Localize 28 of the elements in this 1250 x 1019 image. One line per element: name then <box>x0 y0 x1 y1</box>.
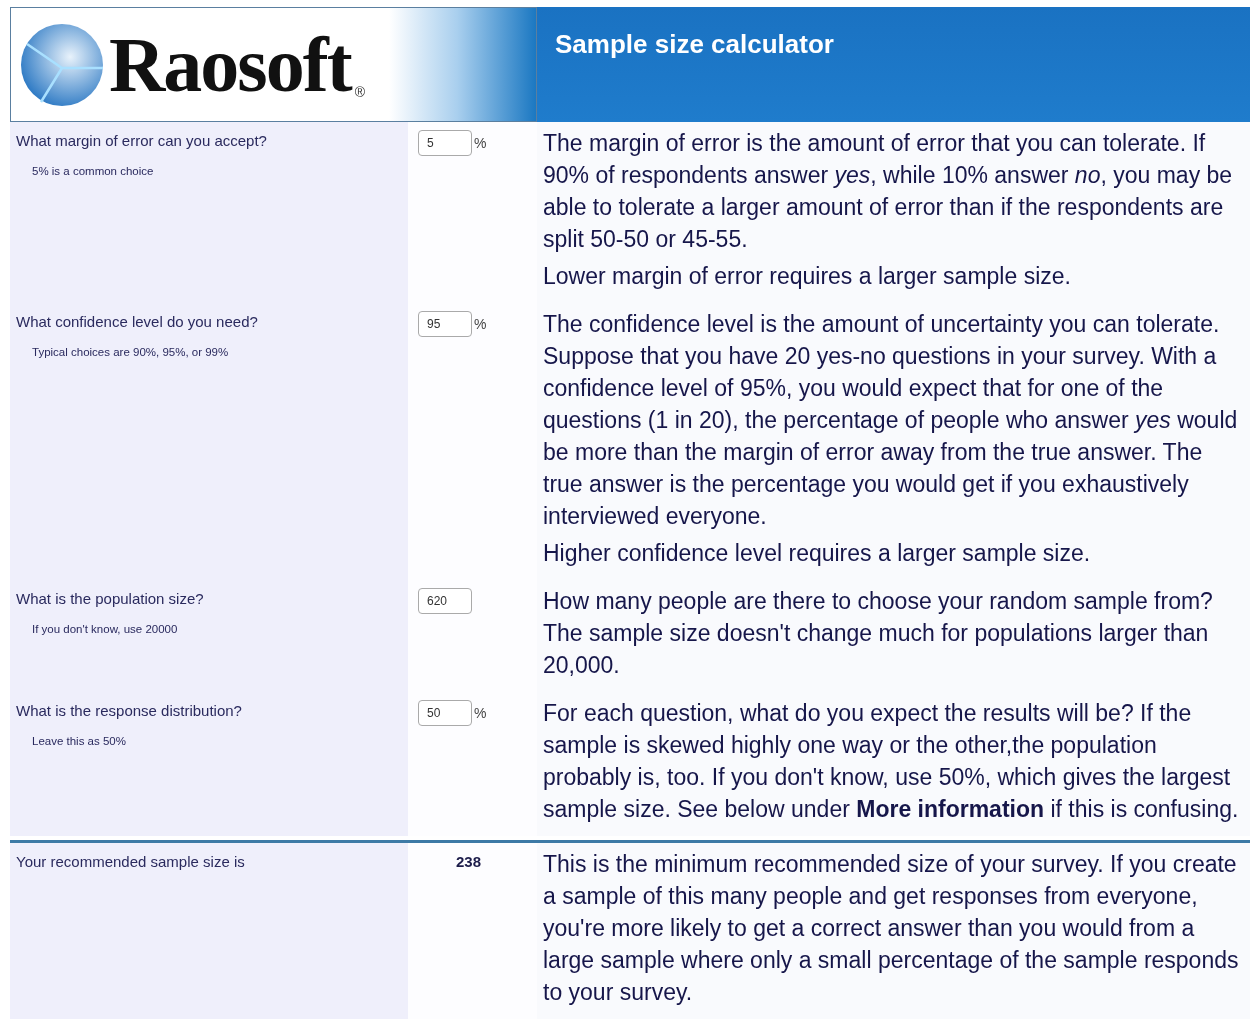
description-text: Lower margin of error requires a larger sample size. <box>543 262 1072 291</box>
description-text: How many people are there to choose your random sample from? The sample size doesn't change much for populations larger than 20,000. <box>543 587 1214 680</box>
logo-text: Raosoft <box>109 25 351 104</box>
hint-text: If you don't know, use 20000 <box>32 621 179 637</box>
question-label: What is the population size? <box>16 589 205 609</box>
number-field[interactable]: 5 <box>418 130 472 156</box>
description-text: This is the minimum recommended size of your survey. If you create a sample of this many people and get responses from everyone, you're more likely to get a correct answer than you would from a large sample where only a small percentage of the sample responds to your survey. <box>543 850 1240 1007</box>
unit-label: % <box>474 704 487 723</box>
pie-logo-icon <box>19 21 105 108</box>
unit-label: % <box>474 315 487 334</box>
registered-mark: ® <box>354 83 365 102</box>
description-text: The confidence level is the amount of uncertainty you can tolerate. Suppose that you have 20 yes-no questions in your survey. With a confidence level of 95%, you would expect that for one of the questions (1 in 20), the percentage of people who answer yes would be more than the margin of error away from the true answer. The true answer is the percentage you would get if you exhaustively interviewed everyone. <box>543 310 1239 531</box>
number-field[interactable]: 95 <box>418 311 472 337</box>
result-label: Your recommended sample size is <box>16 852 246 872</box>
number-field[interactable]: 50 <box>418 700 472 726</box>
page-title: Sample size calculator <box>537 7 1250 122</box>
question-label: What is the response distribution? <box>16 701 243 721</box>
question-label: What margin of error can you accept? <box>16 131 268 151</box>
question-label: What confidence level do you need? <box>16 312 259 332</box>
unit-label: % <box>474 134 487 153</box>
description-text: The margin of error is the amount of error that you can tolerate. If 90% of respondents answer yes, while 10% answer no, you may be able to tolerate a larger amount of error than if the respondents are split 50-50 or 45-55. <box>543 129 1234 254</box>
hint-text: Typical choices are 90%, 95%, or 99% <box>32 344 230 360</box>
hint-text: Leave this as 50% <box>32 733 127 749</box>
description-text: Higher confidence level requires a larger sample size. <box>543 539 1092 568</box>
hint-text: 5% is a common choice <box>32 163 155 179</box>
sample-size-value: 238 <box>456 852 482 872</box>
number-field[interactable]: 620 <box>418 588 472 614</box>
description-text: For each question, what do you expect the results will be? If the sample is skewed highly one way or the other,the population probably is, too. If you don't know, use 50%, which gives the largest sample size. See below under More information if this is confusing. <box>543 699 1240 824</box>
